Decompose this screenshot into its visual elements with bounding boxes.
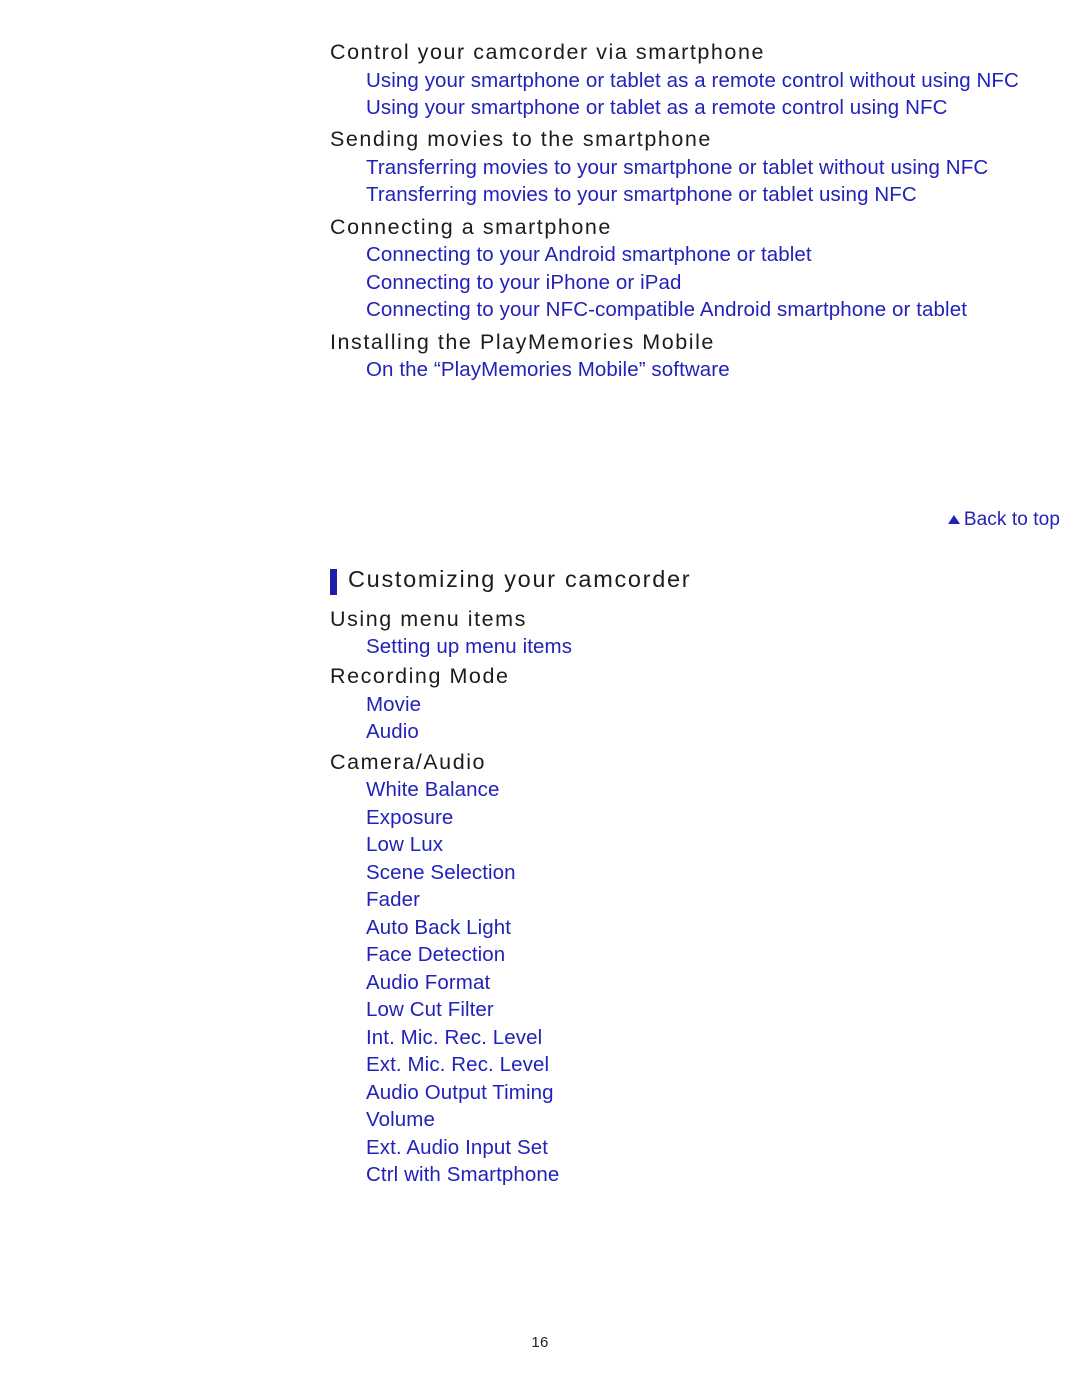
toc-link[interactable]: Ctrl with Smartphone bbox=[366, 1161, 1030, 1188]
toc-link[interactable]: Movie bbox=[366, 691, 1030, 718]
toc-link[interactable]: Ext. Audio Input Set bbox=[366, 1134, 1030, 1161]
toc-link[interactable]: Audio Format bbox=[366, 969, 1030, 996]
toc-link[interactable]: Face Detection bbox=[366, 941, 1030, 968]
toc-group-heading: Recording Mode bbox=[330, 664, 510, 689]
toc-link[interactable]: Auto Back Light bbox=[366, 914, 1030, 941]
toc-link[interactable]: Int. Mic. Rec. Level bbox=[366, 1024, 1030, 1051]
toc-group: Control your camcorder via smartphone Us… bbox=[330, 40, 1030, 121]
toc-link[interactable]: Scene Selection bbox=[366, 859, 1030, 886]
toc-link[interactable]: Low Cut Filter bbox=[366, 996, 1030, 1023]
toc-top-section: Control your camcorder via smartphone Us… bbox=[330, 40, 1030, 384]
section-title: Customizing your camcorder bbox=[348, 566, 692, 592]
toc-link[interactable]: Audio bbox=[366, 718, 1030, 745]
toc-group: Installing the PlayMemories Mobile On th… bbox=[330, 329, 1030, 384]
toc-group: Connecting a smartphone Connecting to yo… bbox=[330, 214, 1030, 324]
manual-page: Control your camcorder via smartphone Us… bbox=[0, 0, 1080, 1397]
toc-link[interactable]: White Balance bbox=[366, 776, 1030, 803]
toc-link[interactable]: Exposure bbox=[366, 804, 1030, 831]
toc-group-heading: Control your camcorder via smartphone bbox=[330, 40, 765, 64]
toc-link[interactable]: Connecting to your iPhone or iPad bbox=[366, 269, 1030, 296]
triangle-up-icon bbox=[947, 515, 960, 524]
toc-link[interactable]: Volume bbox=[366, 1106, 1030, 1133]
toc-link[interactable]: Setting up menu items bbox=[366, 633, 1030, 660]
toc-link[interactable]: Ext. Mic. Rec. Level bbox=[366, 1051, 1030, 1078]
toc-group-heading: Connecting a smartphone bbox=[330, 214, 612, 239]
toc-link[interactable]: On the “PlayMemories Mobile” software bbox=[366, 356, 1030, 383]
toc-group: Recording Mode Movie Audio bbox=[330, 666, 1030, 745]
toc-group-heading: Installing the PlayMemories Mobile bbox=[330, 329, 715, 354]
back-to-top-link[interactable]: Back to top bbox=[947, 509, 1060, 531]
customizing-section: Customizing your camcorder Using menu it… bbox=[330, 566, 1030, 1189]
back-to-top-label: Back to top bbox=[963, 509, 1060, 530]
section-accent-bar bbox=[330, 569, 337, 595]
toc-link[interactable]: Transferring movies to your smartphone o… bbox=[366, 154, 1030, 181]
toc-link[interactable]: Connecting to your NFC-compatible Androi… bbox=[366, 296, 1030, 323]
toc-link[interactable]: Low Lux bbox=[366, 831, 1030, 858]
toc-group-heading: Using menu items bbox=[330, 606, 527, 631]
toc-group-heading: Sending movies to the smartphone bbox=[330, 127, 712, 152]
toc-group: Using menu items Setting up menu items bbox=[330, 606, 1030, 661]
page-number: 16 bbox=[531, 1334, 549, 1351]
toc-link[interactable]: Fader bbox=[366, 886, 1030, 913]
toc-link[interactable]: Connecting to your Android smartphone or… bbox=[366, 241, 1030, 268]
toc-link[interactable]: Transferring movies to your smartphone o… bbox=[366, 181, 1030, 208]
back-to-top-row: Back to top bbox=[330, 509, 1060, 531]
toc-group: Camera/Audio White Balance Exposure Low … bbox=[330, 749, 1030, 1189]
toc-link[interactable]: Audio Output Timing bbox=[366, 1079, 1030, 1106]
section-title-row: Customizing your camcorder bbox=[330, 566, 1030, 595]
toc-group: Sending movies to the smartphone Transfe… bbox=[330, 129, 1030, 208]
toc-link[interactable]: Using your smartphone or tablet as a rem… bbox=[366, 94, 1030, 121]
toc-group-heading: Camera/Audio bbox=[330, 749, 487, 774]
toc-link[interactable]: Using your smartphone or tablet as a rem… bbox=[366, 67, 1030, 94]
